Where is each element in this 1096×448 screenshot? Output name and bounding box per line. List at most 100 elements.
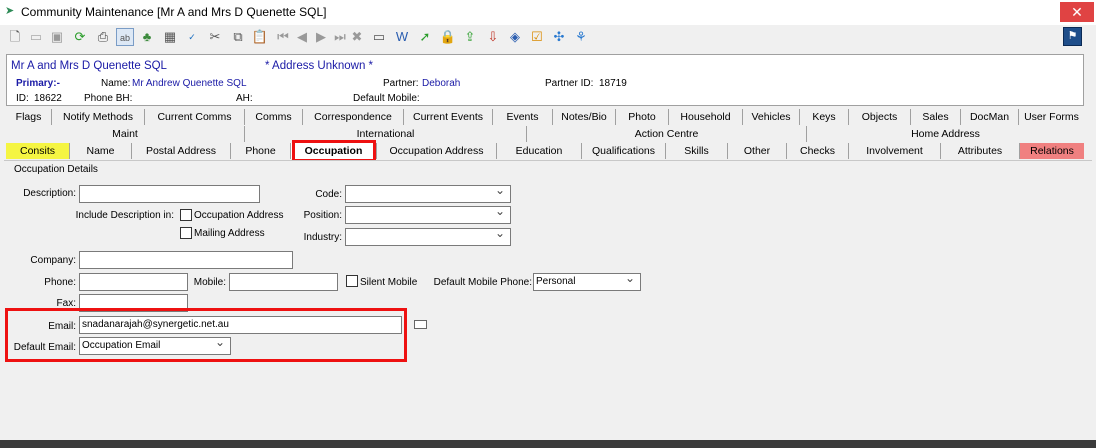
export-icon[interactable]: ⇪	[461, 28, 479, 46]
new-icon[interactable]: 🗋	[6, 28, 24, 46]
tab-qualifications[interactable]: Qualifications	[582, 143, 666, 159]
tab-other[interactable]: Other	[728, 143, 787, 159]
tab-docman[interactable]: DocMan	[961, 109, 1019, 125]
company-label: Company:	[30, 255, 76, 266]
phone-input[interactable]	[79, 273, 188, 291]
tab-education[interactable]: Education	[497, 143, 582, 159]
industry-select[interactable]	[345, 228, 511, 246]
abc-check-icon[interactable]: ✓	[183, 28, 201, 46]
tab-attributes[interactable]: Attributes	[941, 143, 1020, 159]
tab-involvement[interactable]: Involvement	[849, 143, 941, 159]
card-icon[interactable]: ▭	[370, 28, 388, 46]
prev-icon[interactable]: ◀	[293, 28, 311, 46]
cut-icon[interactable]: ✂	[206, 28, 224, 46]
tab-phone[interactable]: Phone	[231, 143, 291, 159]
lock-icon[interactable]: 🔒	[439, 28, 457, 46]
spellcheck-icon[interactable]: ab	[116, 28, 134, 46]
tab-action-centre[interactable]: Action Centre	[527, 126, 807, 142]
next-icon[interactable]: ▶	[312, 28, 330, 46]
send-email-icon[interactable]	[414, 320, 427, 329]
save-icon[interactable]: ▣	[48, 28, 66, 46]
name-value: Mr Andrew Quenette SQL	[132, 78, 247, 89]
title-bar: ➤ Community Maintenance [Mr A and Mrs D …	[0, 0, 1096, 25]
tab-vehicles[interactable]: Vehicles	[743, 109, 800, 125]
arrow-icon[interactable]: ➚	[416, 28, 434, 46]
primary-label: Primary:-	[16, 78, 60, 89]
fax-input[interactable]	[79, 294, 188, 312]
tab-correspondence[interactable]: Correspondence	[303, 109, 404, 125]
tab-maint[interactable]: Maint	[6, 126, 245, 142]
mailing-address-checkbox[interactable]	[180, 227, 192, 239]
toolbar: 🗋 ▭ ▣ ⟳ ⎙ ab ♣ ▦ ✓ ✂ ⧉ 📋 ⏮ ◀ ▶ ⏭ ✖ ▭ W ➚…	[0, 25, 1096, 50]
app-icon: ➤	[5, 5, 15, 17]
open-icon[interactable]: ▭	[27, 28, 45, 46]
tab-home-address[interactable]: Home Address	[807, 126, 1084, 142]
tab-user-forms[interactable]: User Forms	[1019, 109, 1084, 125]
group-title: Occupation Details	[14, 164, 98, 175]
delete-icon[interactable]: ✖	[348, 28, 366, 46]
tag-icon[interactable]: ◈	[506, 28, 524, 46]
flag-button[interactable]: ⚑	[1063, 27, 1082, 46]
tab-checks[interactable]: Checks	[787, 143, 849, 159]
mobile-label: Mobile:	[193, 277, 226, 288]
tab-international[interactable]: International	[245, 126, 527, 142]
taskbar-edge	[0, 440, 1096, 448]
word-icon[interactable]: W	[393, 28, 411, 46]
tab-sales[interactable]: Sales	[911, 109, 961, 125]
tab-consits[interactable]: Consits	[6, 143, 70, 159]
record-header: Mr A and Mrs D Quenette SQL * Address Un…	[6, 54, 1084, 106]
tab-row-3: Consits Name Postal Address Phone Occupa…	[6, 143, 1084, 159]
tab-relations[interactable]: Relations	[1020, 143, 1084, 159]
position-select[interactable]	[345, 206, 511, 224]
close-button[interactable]: ✕	[1060, 2, 1094, 22]
tab-notes-bio[interactable]: Notes/Bio	[553, 109, 616, 125]
tab-occupation-address[interactable]: Occupation Address	[377, 143, 497, 159]
tree-icon[interactable]: ♣	[138, 28, 156, 46]
split-icon[interactable]: ⚘	[572, 28, 590, 46]
default-mobile-phone-label: Default Mobile Phone:	[433, 277, 532, 288]
tab-flags[interactable]: Flags	[6, 109, 52, 125]
tab-objects[interactable]: Objects	[849, 109, 911, 125]
tab-name[interactable]: Name	[70, 143, 132, 159]
tab-events[interactable]: Events	[493, 109, 553, 125]
refresh-icon[interactable]: ⟳	[71, 28, 89, 46]
description-input[interactable]	[79, 185, 260, 203]
tab-occupation[interactable]: Occupation	[291, 143, 377, 159]
company-input[interactable]	[79, 251, 293, 269]
tab-postal-address[interactable]: Postal Address	[132, 143, 231, 159]
record-name: Mr A and Mrs D Quenette SQL	[11, 60, 167, 72]
import-icon[interactable]: ⇩	[484, 28, 502, 46]
email-input[interactable]: snadanarajah@synergetic.net.au	[79, 316, 402, 334]
silent-mobile-checkbox[interactable]	[346, 275, 358, 287]
tab-current-events[interactable]: Current Events	[404, 109, 493, 125]
default-email-select[interactable]: Occupation Email	[79, 337, 231, 355]
default-email-label: Default Email:	[13, 342, 76, 353]
clipboard-icon[interactable]: ☑	[528, 28, 546, 46]
code-select[interactable]	[345, 185, 511, 203]
tab-current-comms[interactable]: Current Comms	[145, 109, 245, 125]
include-description-label: Include Description in:	[75, 210, 174, 221]
tab-keys[interactable]: Keys	[800, 109, 849, 125]
occupation-address-checkbox[interactable]	[180, 209, 192, 221]
occupation-panel: Occupation Details Description: Include …	[4, 160, 1092, 440]
copy-icon[interactable]: ⧉	[229, 28, 247, 46]
tab-photo[interactable]: Photo	[616, 109, 669, 125]
name-label: Name:	[101, 78, 131, 89]
calculator-icon[interactable]: ▦	[161, 28, 179, 46]
tab-skills[interactable]: Skills	[666, 143, 728, 159]
default-mobile-phone-select[interactable]: Personal	[533, 273, 641, 291]
last-icon[interactable]: ⏭	[331, 28, 349, 46]
ah-label: AH:	[236, 93, 253, 104]
phone-bh-label: Phone BH:	[84, 93, 133, 104]
paste-icon[interactable]: 📋	[251, 28, 269, 46]
phone-label: Phone:	[44, 277, 76, 288]
mailing-address-checkbox-label: Mailing Address	[194, 228, 265, 239]
network-icon[interactable]: ✣	[550, 28, 568, 46]
print-icon[interactable]: ⎙	[94, 28, 112, 46]
default-mobile-label: Default Mobile:	[353, 93, 420, 104]
tab-notify-methods[interactable]: Notify Methods	[52, 109, 145, 125]
tab-household[interactable]: Household	[669, 109, 743, 125]
first-icon[interactable]: ⏮	[274, 28, 292, 46]
mobile-input[interactable]	[229, 273, 338, 291]
tab-comms[interactable]: Comms	[245, 109, 303, 125]
